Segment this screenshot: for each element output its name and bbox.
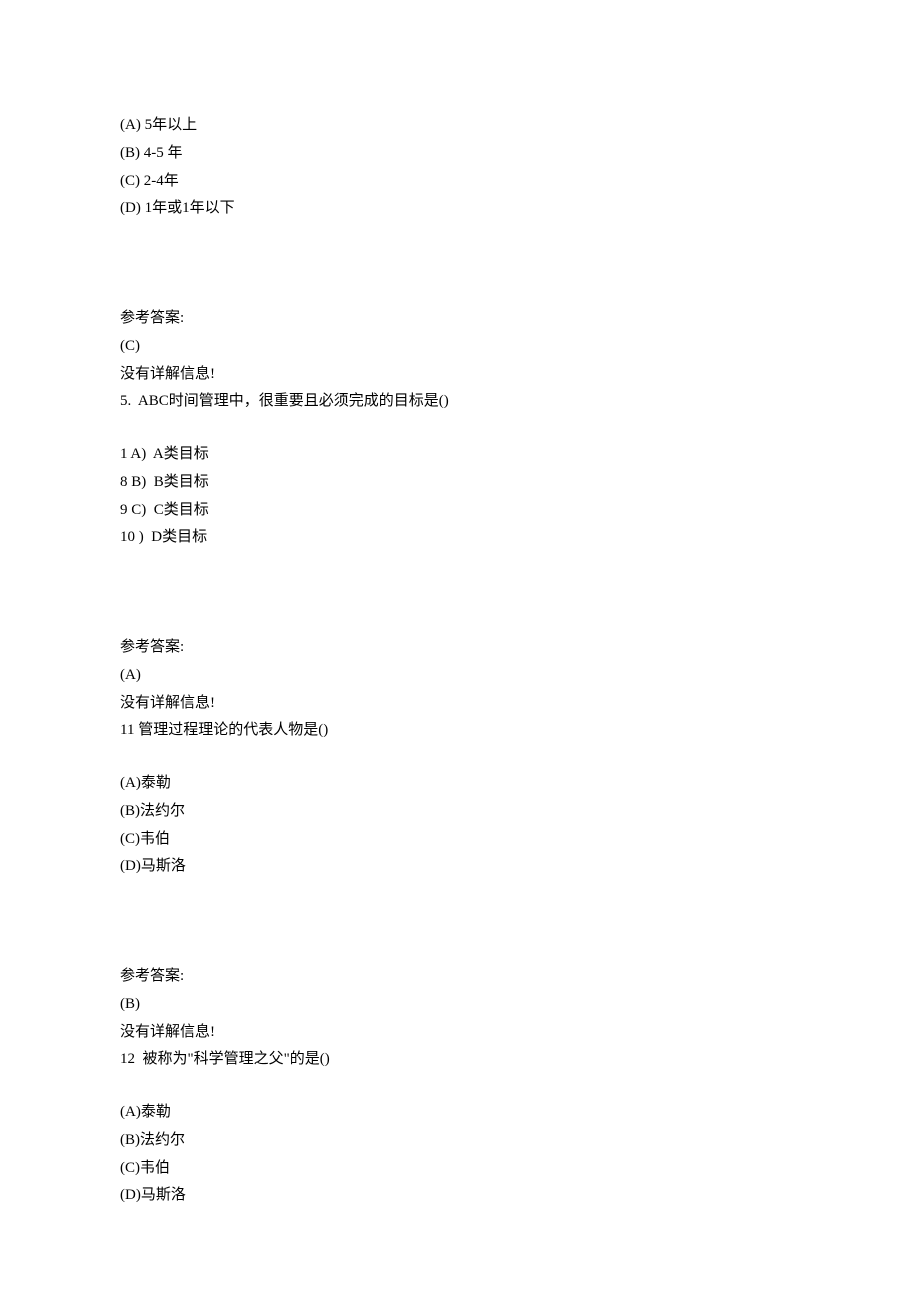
q11-option-a: (A)泰勒 <box>120 770 920 798</box>
q11-answer-label: 参考答案: <box>120 963 920 991</box>
q11-option-c: (C)韦伯 <box>120 826 920 854</box>
q4-option-c: (C) 2-4年 <box>120 168 920 196</box>
q5-answer: (A) <box>120 662 920 690</box>
q11-stem: 11 管理过程理论的代表人物是() <box>120 717 920 745</box>
q5-option-c: 9 C) C类目标 <box>120 497 920 525</box>
q11-note: 没有详解信息! <box>120 1019 920 1047</box>
q5-stem: 5. ABC时间管理中，很重要且必须完成的目标是() <box>120 388 920 416</box>
q12-stem: 12 被称为"科学管理之父"的是() <box>120 1046 920 1074</box>
q5-answer-label: 参考答案: <box>120 634 920 662</box>
q5-note: 没有详解信息! <box>120 690 920 718</box>
q4-note: 没有详解信息! <box>120 361 920 389</box>
q11-option-b: (B)法约尔 <box>120 798 920 826</box>
q5-option-b: 8 B) B类目标 <box>120 469 920 497</box>
q4-answer-label: 参考答案: <box>120 305 920 333</box>
q11-answer: (B) <box>120 991 920 1019</box>
q5-option-a: 1 A) A类目标 <box>120 441 920 469</box>
q4-option-a: (A) 5年以上 <box>120 112 920 140</box>
q4-option-d: (D) 1年或1年以下 <box>120 195 920 223</box>
q4-option-b: (B) 4-5 年 <box>120 140 920 168</box>
q5-option-d: 10 ) D类目标 <box>120 524 920 552</box>
q12-option-a: (A)泰勒 <box>120 1099 920 1127</box>
q11-option-d: (D)马斯洛 <box>120 853 920 881</box>
q4-answer: (C) <box>120 333 920 361</box>
q12-option-b: (B)法约尔 <box>120 1127 920 1155</box>
q12-option-c: (C)韦伯 <box>120 1155 920 1183</box>
q12-option-d: (D)马斯洛 <box>120 1182 920 1210</box>
